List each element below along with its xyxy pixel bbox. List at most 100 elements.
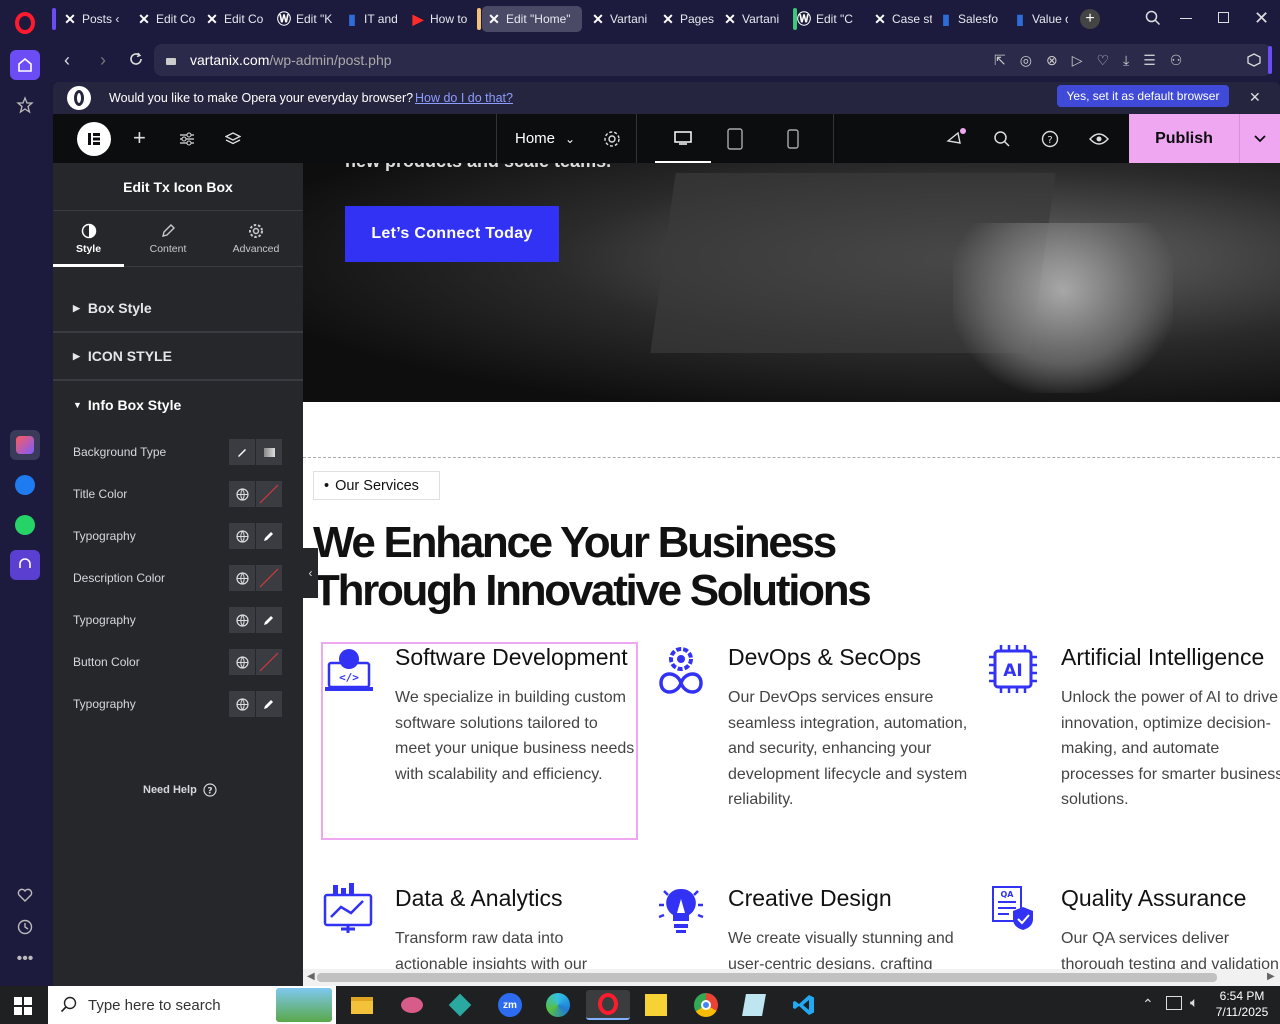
network-icon[interactable] (1166, 996, 1182, 1010)
edit-pencil-icon[interactable] (256, 523, 282, 549)
new-tab-button[interactable]: + (1080, 9, 1100, 29)
color-swatch-empty[interactable] (256, 565, 282, 591)
profile-icon[interactable]: ⚇ (1170, 52, 1183, 69)
windows-start-icon[interactable] (14, 997, 32, 1018)
edit-pencil-icon[interactable] (256, 691, 282, 717)
paint-palette-icon[interactable] (396, 990, 428, 1020)
opera-logo-icon[interactable] (10, 8, 40, 38)
global-globe-icon[interactable] (229, 691, 255, 717)
tab-10[interactable]: Ⓦ Edit "C (792, 6, 866, 32)
close-window-button[interactable]: ✕ (1254, 8, 1269, 29)
url-field[interactable]: vartanix.com/wp-admin/post.php ⇱ ◎ ⊗ ▷ ♡… (154, 44, 1272, 76)
tab-3[interactable]: Ⓦ Edit "K (272, 6, 338, 32)
opera-taskbar-icon[interactable] (586, 990, 630, 1020)
aria-ai-icon[interactable] (10, 430, 40, 460)
finder-search-icon[interactable] (993, 130, 1011, 151)
minimize-button[interactable] (1180, 18, 1192, 19)
help-question-icon[interactable]: ? (1041, 130, 1059, 151)
infobar-close-icon[interactable]: ✕ (1249, 89, 1261, 106)
publish-options-chevron-icon[interactable] (1239, 114, 1280, 163)
sticky-notes-icon[interactable] (640, 990, 672, 1020)
volume-icon[interactable]: 🔈︎ (1190, 994, 1198, 1011)
vscode-icon[interactable] (788, 990, 820, 1020)
forward-arrow-icon[interactable]: › (100, 50, 106, 71)
site-settings-sliders-icon[interactable] (179, 131, 195, 150)
section-box-style[interactable]: ▶ Box Style (53, 285, 303, 333)
whats-new-megaphone-icon[interactable] (945, 128, 967, 153)
color-swatch-empty[interactable] (256, 481, 282, 507)
music-player-icon[interactable] (10, 550, 40, 580)
global-globe-icon[interactable] (229, 481, 255, 507)
tab-4[interactable]: ▮ IT and (340, 6, 404, 32)
tab-advanced[interactable]: Advanced (221, 211, 291, 267)
extensions-cube-icon[interactable] (1240, 46, 1268, 74)
global-globe-icon[interactable] (229, 523, 255, 549)
mobile-view-icon[interactable] (785, 128, 801, 153)
taskbar-clock[interactable]: 6:54 PM 7/11/2025 (1212, 988, 1272, 1020)
chrome-icon[interactable] (690, 990, 722, 1020)
adblock-icon[interactable]: ⊗ (1046, 52, 1058, 69)
star-icon[interactable] (10, 90, 40, 120)
tab-2[interactable]: ✕ Edit Co (200, 6, 270, 32)
whatsapp-icon[interactable] (10, 510, 40, 540)
download-icon[interactable]: ⤓ (1123, 52, 1129, 69)
set-default-browser-button[interactable]: Yes, set it as default browser (1057, 85, 1229, 107)
scrollbar-thumb[interactable] (317, 973, 1217, 982)
tab-0[interactable]: ✕ Posts ‹ (58, 6, 130, 32)
section-info-box-style[interactable]: ▼ Info Box Style (53, 381, 303, 429)
file-explorer-icon[interactable] (346, 990, 378, 1020)
tab-content[interactable]: Content (133, 211, 203, 267)
edge-browser-icon[interactable] (542, 990, 574, 1020)
tablet-view-icon[interactable] (725, 128, 745, 153)
infobar-help-link[interactable]: How do I do that? (415, 91, 513, 105)
share-icon[interactable]: ⇱ (994, 52, 1006, 69)
zoom-icon[interactable]: zm (494, 990, 526, 1020)
preview-eye-icon[interactable] (1089, 131, 1109, 150)
brush-icon[interactable] (229, 439, 255, 465)
home-icon[interactable] (10, 50, 40, 80)
bookmark-heart-icon[interactable]: ♡ (1096, 52, 1109, 69)
page-selector[interactable]: Home ⌄ (515, 130, 575, 147)
tab-1[interactable]: ✕ Edit Co (132, 6, 198, 32)
desktop-view-icon[interactable] (655, 114, 711, 163)
send-icon[interactable]: ▷ (1072, 52, 1083, 69)
tab-style[interactable]: Style (53, 211, 124, 267)
global-globe-icon[interactable] (229, 649, 255, 675)
history-clock-icon[interactable] (10, 912, 40, 942)
scroll-left-arrow-icon[interactable]: ◀ (307, 971, 315, 982)
maximize-button[interactable] (1218, 12, 1229, 23)
cta-connect-button[interactable]: Let’s Connect Today (345, 206, 559, 262)
tab-9[interactable]: ✕ Vartani (718, 6, 788, 32)
global-globe-icon[interactable] (229, 607, 255, 633)
snapshot-camera-icon[interactable]: ◎ (1020, 52, 1032, 69)
tab-11[interactable]: ✕ Case st (868, 6, 932, 32)
need-help-link[interactable]: Need Help ? (143, 783, 217, 797)
publish-button[interactable]: Publish (1129, 114, 1239, 163)
tray-chevron-up-icon[interactable]: ⌃ (1142, 996, 1154, 1013)
back-arrow-icon[interactable]: ‹ (64, 50, 70, 71)
gradient-icon[interactable] (256, 439, 282, 465)
add-element-icon[interactable]: + (133, 125, 146, 151)
tab-search-icon[interactable] (1144, 9, 1162, 30)
tab-8[interactable]: ✕ Pages ‹ (656, 6, 716, 32)
scroll-right-arrow-icon[interactable]: ▶ (1267, 971, 1275, 982)
notes-app-icon[interactable] (738, 990, 770, 1020)
tab-5[interactable]: ▶ How to (406, 6, 480, 32)
section-icon-style[interactable]: ▶ ICON STYLE (53, 333, 303, 381)
color-swatch-empty[interactable] (256, 649, 282, 675)
panel-collapse-chevron-icon[interactable]: ‹ (303, 548, 318, 598)
easy-setup-icon[interactable]: ☰ (1143, 52, 1156, 69)
taskbar-search-box[interactable]: Type here to search (48, 986, 336, 1024)
canvas-horizontal-scrollbar[interactable]: ◀ ▶ (303, 969, 1280, 986)
tab-12[interactable]: ▮ Salesfo (934, 6, 1004, 32)
structure-layers-icon[interactable] (224, 131, 242, 150)
more-dots-icon[interactable]: ••• (10, 944, 40, 974)
page-settings-gear-icon[interactable] (603, 130, 621, 151)
tab-13[interactable]: ▮ Value c (1008, 6, 1068, 32)
messenger-icon[interactable] (10, 470, 40, 500)
edit-pencil-icon[interactable] (256, 607, 282, 633)
elementor-logo-icon[interactable] (77, 122, 111, 156)
heart-icon[interactable] (10, 880, 40, 910)
app-diamond-icon[interactable] (444, 990, 476, 1020)
tab-7[interactable]: ✕ Vartani (586, 6, 654, 32)
